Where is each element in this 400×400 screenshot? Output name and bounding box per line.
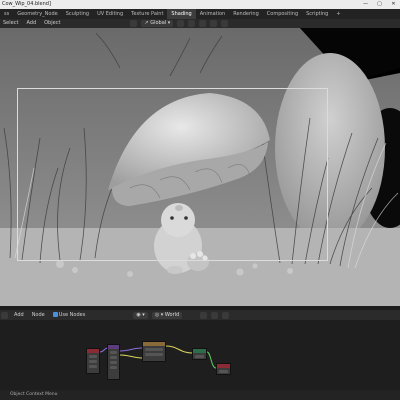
world-selector[interactable]: ◎ ▾ World	[151, 311, 183, 319]
menu-add-node[interactable]: Add	[11, 311, 27, 320]
viewport-header: Select Add Object ↗ Global ▾	[0, 19, 400, 28]
node-editor[interactable]	[0, 320, 400, 390]
status-bar: Object Context Menu	[0, 390, 400, 400]
editor-type-icon[interactable]	[1, 311, 8, 319]
snap-icon[interactable]	[188, 20, 196, 27]
minimize-button[interactable]: —	[359, 0, 372, 9]
new-world-icon[interactable]	[200, 311, 208, 319]
transform-orientation-value: Global	[150, 20, 167, 26]
tab-layout[interactable]: ss	[0, 9, 13, 19]
node-background[interactable]	[192, 348, 207, 360]
window-title: Cow_Wip_04.blend]	[2, 1, 51, 7]
transform-orientation-dropdown[interactable]: ↗ Global ▾	[141, 20, 174, 27]
menu-add[interactable]: Add	[23, 19, 39, 28]
tab-animation[interactable]: Animation	[196, 9, 230, 19]
menu-node[interactable]: Node	[29, 311, 48, 320]
node-texture-coordinate[interactable]	[86, 348, 100, 374]
camera-frame	[17, 88, 328, 261]
node-editor-header: Add Node Use Nodes ◉ ▾ ◎ ▾ World	[0, 310, 400, 320]
menu-object[interactable]: Object	[41, 19, 63, 28]
tab-sculpting[interactable]: Sculpting	[62, 9, 93, 19]
use-nodes-checkbox[interactable]: Use Nodes	[50, 311, 89, 320]
node-world-output[interactable]	[216, 363, 231, 375]
maximize-button[interactable]: ▢	[373, 0, 386, 9]
checkbox-icon	[52, 311, 58, 317]
menu-select[interactable]: Select	[0, 19, 21, 28]
node-environment-texture[interactable]	[142, 341, 166, 362]
tab-texture-paint[interactable]: Texture Paint	[127, 9, 167, 19]
view-icon[interactable]	[130, 20, 138, 27]
close-button[interactable]: ✕	[387, 0, 400, 9]
world-name: World	[164, 311, 180, 318]
use-nodes-label: Use Nodes	[58, 311, 86, 318]
tab-compositing[interactable]: Compositing	[263, 9, 302, 19]
snap-target-icon[interactable]	[199, 20, 207, 27]
status-text: Object Context Menu	[10, 392, 58, 397]
pin-icon[interactable]	[222, 311, 230, 319]
tab-rendering[interactable]: Rendering	[229, 9, 263, 19]
proportional-edit-icon[interactable]	[210, 20, 218, 27]
pivot-icon[interactable]	[177, 20, 185, 27]
tab-geometry-nodes[interactable]: Geometry_Node	[13, 9, 61, 19]
shader-type-dropdown[interactable]: ◉ ▾	[133, 311, 148, 319]
title-bar: Cow_Wip_04.blend] — ▢ ✕	[0, 0, 400, 9]
node-mapping[interactable]	[107, 344, 120, 380]
workspace-tabs: ss Geometry_Node Sculpting UV Editing Te…	[0, 9, 400, 19]
tab-uv-editing[interactable]: UV Editing	[93, 9, 127, 19]
tab-shading[interactable]: Shading	[167, 9, 196, 19]
fake-user-icon[interactable]	[211, 311, 219, 319]
3d-viewport[interactable]	[0, 28, 400, 306]
tab-scripting[interactable]: Scripting	[302, 9, 332, 19]
falloff-icon[interactable]	[221, 20, 229, 27]
add-workspace-button[interactable]: +	[332, 9, 344, 19]
